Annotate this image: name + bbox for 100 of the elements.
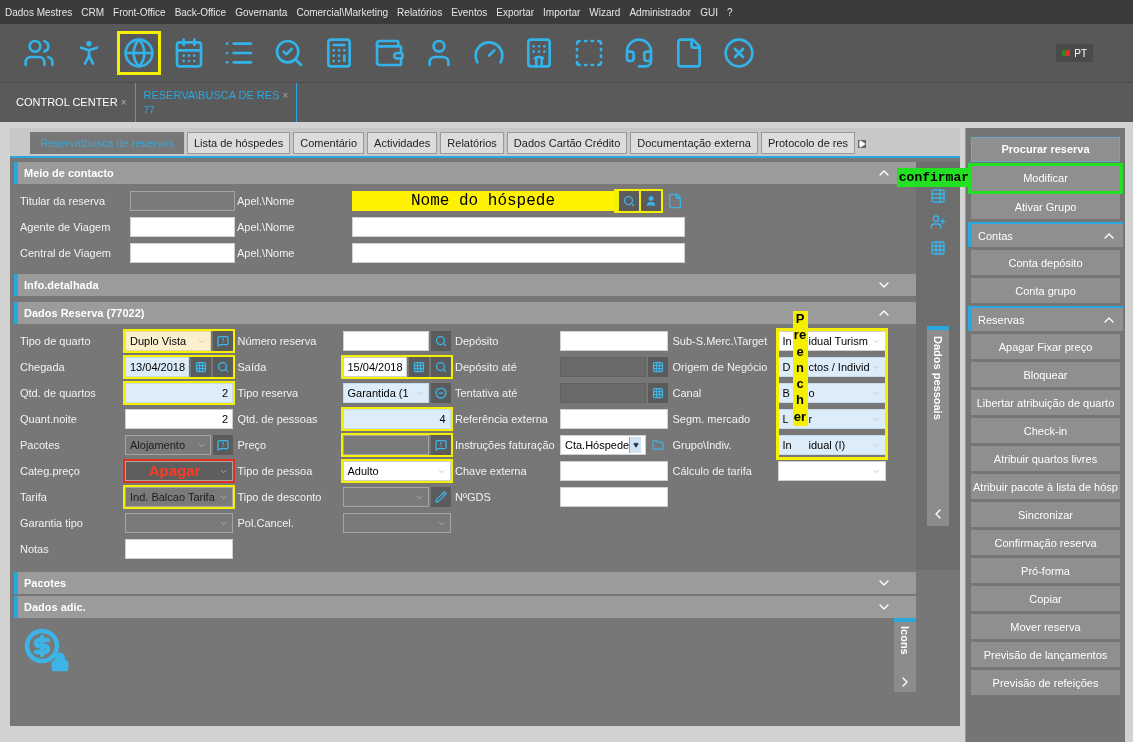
menu-item[interactable]: GUI [700,4,718,20]
field-label: Titular da reserva [20,193,107,209]
field-label: Tentativa até [455,385,519,401]
note-icon [434,439,447,451]
menu-item[interactable]: Exportar [496,4,535,20]
note-icon [217,439,229,451]
menu-item[interactable]: ? [726,4,733,20]
menu-item[interactable]: Dados Mestres [5,4,73,20]
person-button[interactable] [641,191,661,211]
menu-item[interactable]: Wizard [589,4,621,20]
add-table-icon[interactable] [930,188,946,204]
dropdown[interactable]: Alojamento [125,435,211,455]
dropdown[interactable]: Garantida (1 [342,383,429,403]
search-button[interactable] [430,357,451,377]
section-title: Info.detalhada [24,277,99,293]
field-label: Apel.\Nome [236,219,296,235]
input-field[interactable]: 13/04/2018 [125,357,189,377]
search-icon [623,195,635,207]
field-label: Tipo de quarto [20,333,92,349]
calendar-button[interactable] [191,357,211,377]
people-icon [23,37,55,69]
grid-icon [652,387,664,399]
flag-icon [1062,50,1071,56]
search-button[interactable] [213,357,233,377]
field-label: Depósito até [455,359,518,375]
input-field[interactable]: 15/04/2018 [342,357,407,377]
headset-icon [623,37,655,69]
toolbar-button[interactable] [120,34,158,72]
field-label: Referência externa [455,411,549,427]
dropdown[interactable] [125,513,233,533]
menu-item[interactable]: CRM [81,4,105,20]
minus-icon [434,387,447,399]
search-button[interactable] [430,331,451,351]
field-label: Tipo reserva [237,385,300,401]
field-label: Qtd. de quartos [20,385,97,401]
dropdown[interactable] [777,461,886,481]
dropdown[interactable]: Ind. Balcao Tarifa [125,487,233,507]
dropdown[interactable] [342,513,451,533]
calendar-button[interactable] [648,383,668,403]
folder-icon [652,439,664,451]
tab[interactable]: Lista de hóspedes [186,132,291,154]
menu-item[interactable]: Eventos [451,4,488,20]
edit-button[interactable] [430,487,451,507]
money-lock-icon[interactable] [24,628,70,672]
calendar-button[interactable] [408,357,429,377]
field-label: Origem de Negócio [672,359,769,375]
search-button[interactable] [619,191,639,211]
field-label: Instruções faturação [455,437,556,453]
menu-item[interactable]: Comercial\Marketing [296,4,389,20]
menu-item[interactable]: Governanta [235,4,288,20]
field-label: NºGDS [455,489,492,505]
wallet-icon [373,37,405,69]
menu-item[interactable]: Relatórios [397,4,443,20]
field-label: Canal [672,385,703,401]
document-icon[interactable] [667,193,683,209]
menu-item[interactable]: Front-Office [113,4,166,20]
dropdown[interactable]: In idual (I) [777,435,886,455]
input-field[interactable]: 4 [342,409,451,429]
dropdown[interactable]: Duplo Vista [125,331,211,351]
language-selector[interactable]: PT [1056,44,1093,62]
dropdown[interactable] [342,487,429,507]
tab[interactable]: Actividades [367,132,438,154]
field-label: Número reserva [237,333,318,349]
calendar-button[interactable] [648,357,668,377]
dropdown[interactable]: Adulto [342,461,451,481]
grid-icon [652,361,664,373]
grid-icon[interactable] [930,240,946,256]
tab[interactable]: Comentário [293,132,365,154]
field-label: Notas [20,541,50,557]
field-label: Garantia tipo [20,515,84,531]
dropdown[interactable]: Cta.Hóspede [560,435,646,455]
search-icon [434,361,447,373]
menu-item[interactable]: Importar [543,4,581,20]
tab[interactable]: Documentação externa [630,132,758,154]
field-label: Tipo de desconto [237,489,323,505]
field-label: Chegada [20,359,66,375]
document-tab[interactable]: CONTROL CENTER × [8,83,136,122]
input-field[interactable]: Nome do hóspede [352,191,614,211]
input-field[interactable] [130,191,235,211]
minus-button[interactable] [430,383,451,403]
tab-title: CONTROL CENTER [16,95,118,111]
menu-item[interactable]: Administrador [629,4,692,20]
tab[interactable]: Dados Cartão Crédito [506,132,628,154]
note-button[interactable] [430,435,451,455]
field-label: Pol.Cancel. [237,515,295,531]
input-field[interactable] [342,435,429,455]
add-person-icon[interactable] [930,214,946,230]
tab[interactable]: Protocolo de res [761,132,856,154]
tab[interactable]: Relatórios [440,132,504,154]
note-button[interactable] [213,435,233,455]
annotation-label: Nome do hóspede [411,191,555,212]
note-button[interactable] [213,331,233,351]
field-label: Apel.\Nome [236,193,296,209]
field-label: Preço [237,437,268,453]
input-field[interactable]: 2 [125,409,233,429]
field-label: Quant.noite [20,411,78,427]
input-field[interactable]: 2 [125,383,233,403]
menu-item[interactable]: Back-Office [174,4,227,20]
globe-icon [123,37,155,69]
scroll-right-icon[interactable] [858,140,867,148]
